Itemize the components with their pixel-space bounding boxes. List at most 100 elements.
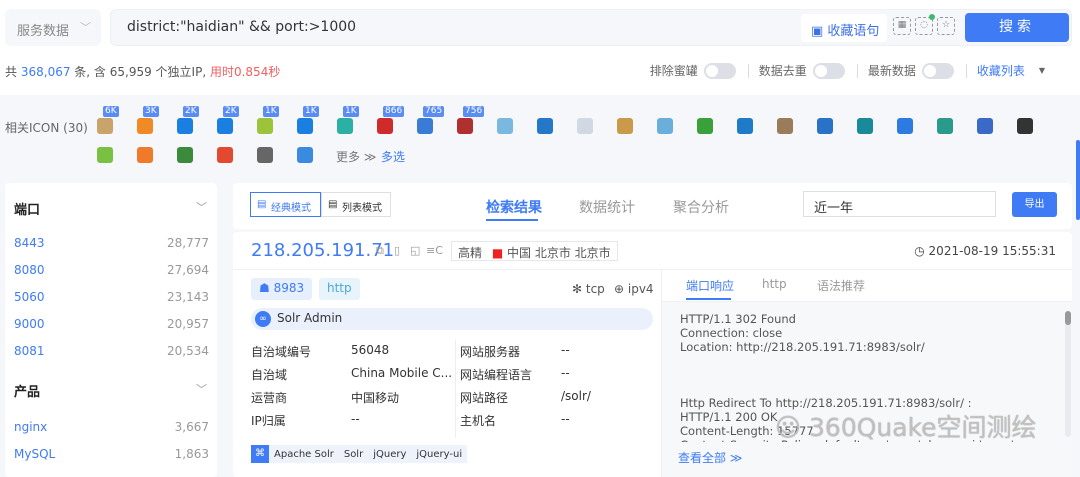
search-input[interactable]: district:"haidian" && port:>1000 (127, 19, 356, 35)
related-icon[interactable] (97, 147, 113, 163)
facet-key: nginx (14, 420, 48, 434)
port-tag[interactable]: ☗ 8983 (251, 278, 313, 300)
cert-icon[interactable]: ≡C (426, 244, 443, 257)
page-scrollbar[interactable] (1076, 140, 1080, 220)
chevron-down-icon[interactable]: ﹀ (196, 381, 207, 397)
divider (747, 63, 749, 78)
command-icon: ⌘ (251, 445, 269, 463)
transport: ✻ tcp (572, 282, 605, 296)
related-icon[interactable] (697, 118, 713, 134)
tech-tag[interactable]: jQuery (368, 449, 411, 460)
tech-tag[interactable]: jQuery-ui (411, 449, 467, 460)
related-icon[interactable] (497, 118, 513, 134)
tab-port-response[interactable]: 端口响应 (686, 277, 734, 294)
favorites-list-link[interactable]: 收藏列表 (977, 62, 1025, 79)
site-title-text: Solr Admin (277, 311, 343, 325)
export-button[interactable]: 导出 (1012, 192, 1057, 217)
screenshot-icon[interactable]: ◱ (410, 244, 420, 257)
related-icon[interactable] (257, 147, 273, 163)
related-icon[interactable] (137, 147, 153, 163)
dedupe-label: 数据去重 (758, 64, 807, 78)
port-value: 8983 (273, 281, 305, 295)
related-icon[interactable]: 1K (337, 106, 359, 134)
field-label: 网站编程语言 (460, 368, 533, 382)
tech-tag[interactable]: Solr (339, 449, 368, 460)
view-all-link[interactable]: 查看全部 ≫ (678, 449, 742, 466)
caret-down-icon[interactable]: ▼ (1039, 66, 1045, 75)
related-icon[interactable] (737, 118, 753, 134)
related-icon[interactable] (617, 118, 633, 134)
related-icon[interactable] (217, 147, 233, 163)
field-value: /solr/ (561, 389, 591, 403)
total-count: 368,067 (20, 65, 71, 79)
classic-mode-button[interactable]: ▤ 经典模式 (250, 192, 321, 217)
related-icon[interactable]: 756 (457, 106, 485, 134)
related-icon[interactable] (1017, 118, 1033, 134)
tab-aggregation[interactable]: 聚合分析 (673, 197, 729, 217)
facet-item[interactable]: 8081 20,534 (14, 344, 209, 358)
tab-syntax[interactable]: 语法推荐 (817, 277, 865, 294)
related-icon[interactable] (297, 147, 313, 163)
related-icon[interactable] (537, 118, 553, 134)
facet-count: 27,694 (167, 263, 209, 277)
related-icon[interactable] (857, 118, 873, 134)
dedupe-toggle[interactable] (812, 62, 845, 79)
related-icon[interactable]: 866 (377, 106, 405, 134)
facet-item[interactable]: 8443 28,777 (14, 236, 209, 250)
related-icon[interactable] (657, 118, 673, 134)
document-icon[interactable]: ▯ (394, 244, 400, 257)
result-ip[interactable]: 218.205.191.71 (251, 240, 394, 261)
chevron-down-icon[interactable]: ﹀ (196, 199, 207, 215)
geo-tag: 高精 ■ 中国 北京市 北京市 (451, 241, 618, 261)
related-icon[interactable]: 3K (137, 106, 159, 134)
transport-value: tcp (585, 282, 605, 296)
related-icon[interactable] (177, 147, 193, 163)
facet-count: 23,143 (167, 290, 209, 304)
tab-statistics[interactable]: 数据统计 (579, 197, 635, 217)
star-icon[interactable]: ☆ (937, 17, 955, 35)
related-icon[interactable]: 1K (297, 106, 319, 134)
multi-select-link[interactable]: 多选 (381, 148, 405, 165)
facet-item[interactable]: 9000 20,957 (14, 317, 209, 331)
result-stats: 共 368,067 条, 含 65,959 个独立IP, 用时0.854秒 (5, 63, 280, 80)
facet-item[interactable]: 8080 27,694 (14, 263, 209, 277)
related-icon[interactable]: 2K (177, 106, 199, 134)
copy-icon[interactable]: ⧉ (376, 244, 384, 258)
icon-count-badge: 1K (263, 106, 279, 117)
related-icon[interactable] (817, 118, 833, 134)
list-mode-button[interactable]: ▤ 列表模式 (321, 192, 391, 217)
facet-item[interactable]: 5060 23,143 (14, 290, 209, 304)
data-type-select[interactable]: 服务数据 ﹀ (5, 9, 101, 46)
related-icon[interactable] (577, 118, 593, 134)
more-icons-link[interactable]: 更多 ≫ (336, 148, 376, 165)
divider (455, 340, 456, 438)
tab-http[interactable]: http (762, 277, 787, 291)
related-icon[interactable]: 6K (97, 106, 119, 134)
time-range-select[interactable]: 近一年 (803, 191, 996, 217)
qr-icon[interactable]: ▦ (893, 17, 911, 35)
tech-tag[interactable]: Apache Solr (269, 449, 339, 460)
facet-item[interactable]: MySQL 1,863 (14, 447, 209, 461)
field-label: 网站路径 (460, 391, 509, 405)
globe-icon: ⊕ (614, 282, 628, 296)
save-query-button[interactable]: ▣ 收藏语句 (801, 14, 887, 42)
tab-search-results[interactable]: 检索结果 (486, 197, 542, 217)
scrollbar[interactable] (1065, 311, 1071, 437)
latest-data-toggle[interactable] (921, 62, 954, 79)
related-icon[interactable] (897, 118, 913, 134)
related-icon[interactable] (777, 118, 793, 134)
site-title[interactable]: ∞ Solr Admin (251, 308, 653, 330)
divider (965, 63, 967, 78)
facet-item[interactable]: nginx 3,667 (14, 420, 209, 434)
exclude-honeypot-toggle[interactable] (703, 62, 736, 79)
related-icon[interactable]: 1K (257, 106, 279, 134)
service-tag[interactable]: http (319, 278, 360, 300)
field-value: -- (561, 366, 570, 380)
related-icon[interactable]: 2K (217, 106, 239, 134)
clock-icon: ◷ (914, 244, 929, 258)
related-icon[interactable] (977, 118, 993, 134)
related-icon[interactable] (937, 118, 953, 134)
related-icon[interactable]: 765 (417, 106, 445, 134)
search-button[interactable]: 搜索 (965, 13, 1069, 42)
tech-tags: ⌘ Apache Solr Solr jQuery jQuery-ui (251, 445, 468, 463)
